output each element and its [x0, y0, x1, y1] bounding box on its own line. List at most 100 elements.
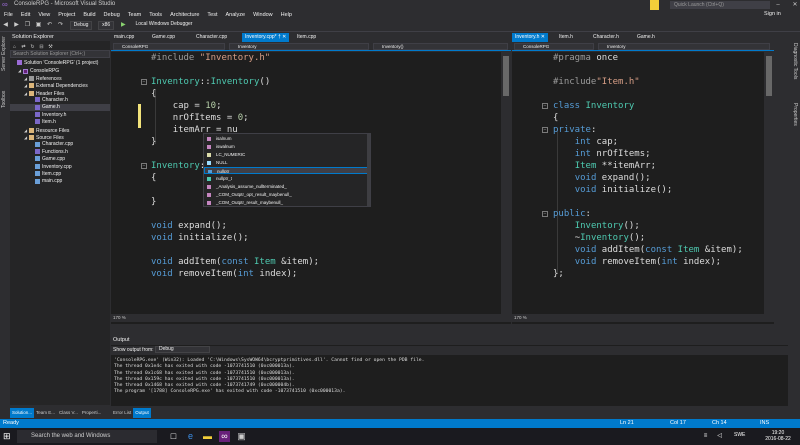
fold-toggle-icon[interactable]: −: [542, 211, 548, 217]
autocomplete-item[interactable]: _COM_Outptr_result_maybenull_: [204, 199, 369, 206]
tree-item[interactable]: Inventory.cpp: [10, 164, 110, 171]
minimize-button[interactable]: –: [773, 0, 783, 10]
fold-toggle-icon[interactable]: −: [141, 79, 147, 85]
tree-item[interactable]: Functions.h: [10, 149, 110, 156]
autocomplete-item[interactable]: isalnum: [204, 135, 369, 142]
menu-file[interactable]: File: [0, 10, 17, 20]
tab-solution-explorer[interactable]: Solution...: [10, 408, 35, 418]
close-tab-icon[interactable]: ✕: [282, 34, 286, 40]
menu-test[interactable]: Test: [203, 10, 221, 20]
tree-item[interactable]: Character.cpp: [10, 141, 110, 148]
member-nav-select[interactable]: Inventory(): [373, 43, 508, 50]
solution-search-input[interactable]: Search Solution Explorer (Ctrl+;): [10, 50, 110, 58]
class-nav-select[interactable]: Inventory: [598, 43, 770, 50]
close-button[interactable]: ✕: [790, 0, 800, 10]
tab-main-cpp[interactable]: main.cpp: [111, 33, 137, 42]
autocomplete-item[interactable]: nullptr_t: [204, 175, 369, 182]
tree-item[interactable]: main.cpp: [10, 178, 110, 185]
editor-left-scrollbar[interactable]: [501, 52, 511, 314]
autocomplete-item[interactable]: NULL: [204, 159, 369, 166]
fold-toggle-icon[interactable]: −: [542, 103, 548, 109]
tab-error-list[interactable]: Error List: [111, 408, 133, 418]
visual-studio-taskbar-icon[interactable]: ∞: [219, 431, 230, 442]
tab-team-explorer[interactable]: Team E...: [34, 408, 57, 418]
tree-item[interactable]: Item.cpp: [10, 171, 110, 178]
output-source-select[interactable]: Debug: [154, 346, 210, 354]
fold-toggle-icon[interactable]: −: [141, 163, 147, 169]
diagnostic-tools-tab[interactable]: Diagnostic Tools: [792, 43, 798, 79]
tree-item[interactable]: ◢ Resource Files: [10, 127, 110, 134]
autocomplete-item[interactable]: _COM_Outptr_opt_result_maybenull_: [204, 191, 369, 198]
menu-build[interactable]: Build: [79, 10, 99, 20]
class-nav-select[interactable]: Inventory: [229, 43, 369, 50]
close-tab-icon[interactable]: ✕: [541, 34, 545, 40]
start-debug-icon[interactable]: ▶: [119, 21, 128, 30]
fold-toggle-icon[interactable]: −: [542, 127, 548, 133]
console-app-icon[interactable]: ▣: [236, 431, 247, 442]
quick-launch-input[interactable]: Quick Launch (Ctrl+Q): [670, 1, 770, 9]
autocomplete-item[interactable]: iswalnum: [204, 143, 369, 150]
tree-item[interactable]: ◢ References: [10, 75, 110, 82]
tree-item[interactable]: Character.h: [10, 97, 110, 104]
network-icon[interactable]: ≡: [700, 431, 711, 442]
menu-architecture[interactable]: Architecture: [166, 10, 203, 20]
zoom-left[interactable]: 170 %: [111, 314, 511, 322]
forward-icon[interactable]: ▶: [12, 21, 21, 30]
windows-start-icon[interactable]: ⊞: [3, 432, 12, 441]
project-nav-select[interactable]: ConsoleRPG: [514, 43, 594, 50]
language-indicator[interactable]: SWE: [734, 432, 745, 438]
edge-browser-icon[interactable]: e: [185, 431, 196, 442]
tree-item[interactable]: Game.cpp: [10, 156, 110, 163]
tab-inventory-h[interactable]: Inventory.h ✕: [512, 33, 548, 42]
autocomplete-item[interactable]: _Analysis_assume_nullterminated_: [204, 183, 369, 190]
properties-tab[interactable]: Properties: [792, 103, 798, 126]
menu-view[interactable]: View: [34, 10, 54, 20]
tab-game-cpp[interactable]: Game.cpp: [149, 33, 178, 42]
redo-icon[interactable]: ↷: [56, 21, 65, 30]
autocomplete-item[interactable]: LC_NUMERIC: [204, 151, 369, 158]
code-editor-right[interactable]: − − − #pragma once #include"Item.h" class …: [512, 52, 774, 324]
scroll-thumb[interactable]: [766, 56, 772, 96]
server-explorer-tab[interactable]: Server Explorer: [1, 36, 7, 71]
config-select[interactable]: Debug: [69, 21, 93, 30]
menu-debug[interactable]: Debug: [100, 10, 124, 20]
autocomplete-scrollbar[interactable]: [367, 134, 370, 206]
scroll-thumb[interactable]: [503, 56, 509, 96]
back-icon[interactable]: ◀: [1, 21, 10, 30]
new-file-icon[interactable]: ❐: [23, 21, 32, 30]
tab-item-h[interactable]: Item.h: [556, 33, 576, 42]
undo-icon[interactable]: ↶: [45, 21, 54, 30]
tree-item[interactable]: Game.h: [10, 104, 110, 112]
tree-item[interactable]: ◢ ConsoleRPG: [10, 67, 110, 74]
file-explorer-icon[interactable]: ▬: [202, 431, 213, 442]
tab-character-h[interactable]: Character.h: [590, 33, 622, 42]
tab-output[interactable]: Output: [133, 408, 151, 418]
tree-item[interactable]: ◢ Header Files: [10, 90, 110, 97]
menu-analyze[interactable]: Analyze: [222, 10, 250, 20]
task-view-icon[interactable]: □: [168, 431, 179, 442]
tab-game-h[interactable]: Game.h: [634, 33, 658, 42]
tree-item[interactable]: Inventory.h: [10, 112, 110, 119]
taskbar-search-input[interactable]: Search the web and Windows: [17, 430, 157, 443]
platform-select[interactable]: x86: [98, 21, 115, 30]
taskbar-clock[interactable]: 19:20 2016-08-22: [760, 430, 796, 442]
zoom-right[interactable]: 170 %: [512, 314, 774, 322]
tree-item[interactable]: ◢ External Dependencies: [10, 82, 110, 89]
tab-character-cpp[interactable]: Character.cpp: [193, 33, 230, 42]
menu-project[interactable]: Project: [54, 10, 79, 20]
menu-edit[interactable]: Edit: [17, 10, 34, 20]
menu-tools[interactable]: Tools: [145, 10, 166, 20]
tree-item[interactable]: ◢ Source Files: [10, 134, 110, 141]
tree-item[interactable]: Solution 'ConsoleRPG' (1 project): [10, 60, 110, 67]
menu-team[interactable]: Team: [124, 10, 145, 20]
menu-help[interactable]: Help: [277, 10, 296, 20]
tab-properties[interactable]: Properti...: [80, 408, 104, 418]
save-icon[interactable]: ▣: [34, 21, 43, 30]
sign-in-link[interactable]: Sign in: [764, 11, 781, 17]
menu-window[interactable]: Window: [249, 10, 277, 20]
volume-icon[interactable]: ◁: [714, 431, 725, 442]
tab-inventory-cpp[interactable]: Inventory.cpp* † ✕: [242, 33, 290, 42]
tab-item-cpp[interactable]: Item.cpp: [294, 33, 319, 42]
tree-item[interactable]: Item.h: [10, 119, 110, 126]
toolbox-tab[interactable]: Toolbox: [1, 91, 7, 108]
